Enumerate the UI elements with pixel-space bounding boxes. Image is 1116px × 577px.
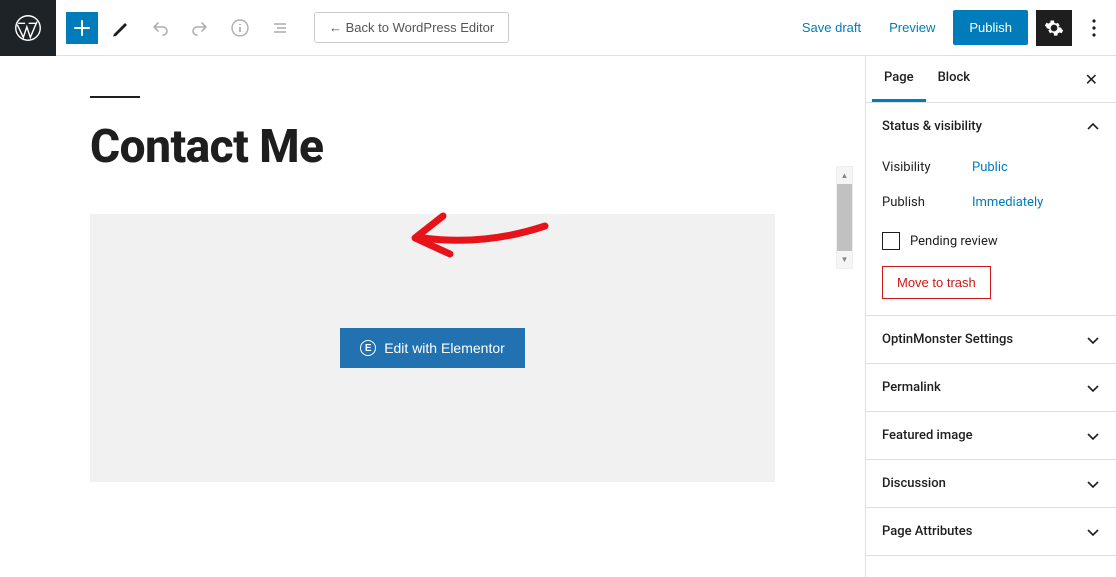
chevron-up-icon [1086, 120, 1100, 134]
panel-optinmonster-title: OptinMonster Settings [882, 332, 1013, 347]
move-to-trash-button[interactable]: Move to trash [882, 266, 991, 299]
panel-discussion-header[interactable]: Discussion [866, 460, 1116, 507]
more-vertical-icon [1092, 19, 1096, 37]
panel-discussion-title: Discussion [882, 476, 946, 491]
elementor-button-label: Edit with Elementor [384, 340, 505, 356]
close-icon: ✕ [1085, 70, 1098, 89]
back-to-wp-editor-button[interactable]: ← Back to WordPress Editor [314, 12, 509, 43]
outline-button[interactable] [262, 10, 298, 46]
panel-status-body: Visibility Public Publish Immediately Pe… [866, 150, 1116, 315]
panel-featured-image-title: Featured image [882, 428, 973, 443]
panel-status-title: Status & visibility [882, 119, 982, 134]
pending-review-checkbox[interactable] [882, 232, 900, 250]
save-draft-button[interactable]: Save draft [792, 12, 871, 43]
tab-block[interactable]: Block [926, 56, 982, 102]
publish-value[interactable]: Immediately [972, 195, 1043, 210]
editor-canvas: Contact Me E Edit with Elementor ▲ ▼ [0, 56, 865, 577]
edit-mode-button[interactable] [102, 10, 138, 46]
gear-icon [1044, 18, 1064, 38]
tab-page[interactable]: Page [872, 56, 926, 102]
top-toolbar: ← Back to WordPress Editor Save draft Pr… [0, 0, 1116, 56]
title-divider [90, 96, 140, 98]
sidebar-tabs: Page Block ✕ [866, 56, 1116, 103]
panel-permalink-title: Permalink [882, 380, 941, 395]
publish-button[interactable]: Publish [953, 10, 1028, 45]
panel-page-attributes-title: Page Attributes [882, 524, 972, 539]
wordpress-logo[interactable] [0, 0, 56, 56]
publish-label: Publish [882, 195, 972, 210]
elementor-block: E Edit with Elementor [90, 214, 775, 482]
panel-permalink: Permalink [866, 364, 1116, 412]
panel-status-visibility: Status & visibility Visibility Public Pu… [866, 103, 1116, 316]
chevron-down-icon [1086, 381, 1100, 395]
panel-page-attributes-header[interactable]: Page Attributes [866, 508, 1116, 555]
scrollbar-thumb[interactable] [837, 184, 852, 251]
visibility-label: Visibility [882, 160, 972, 175]
settings-sidebar: Page Block ✕ Status & visibility Visibil… [865, 56, 1116, 577]
panel-page-attributes: Page Attributes [866, 508, 1116, 556]
visibility-value[interactable]: Public [972, 160, 1008, 175]
chevron-down-icon [1086, 429, 1100, 443]
more-options-button[interactable] [1080, 10, 1108, 46]
visibility-row: Visibility Public [882, 150, 1100, 185]
main-area: Contact Me E Edit with Elementor ▲ ▼ Pag… [0, 56, 1116, 577]
panel-permalink-header[interactable]: Permalink [866, 364, 1116, 411]
publish-row: Publish Immediately [882, 185, 1100, 220]
elementor-icon: E [360, 340, 376, 356]
pending-review-row: Pending review [882, 220, 1100, 266]
undo-button[interactable] [142, 10, 178, 46]
panel-status-header[interactable]: Status & visibility [866, 103, 1116, 150]
redo-button[interactable] [182, 10, 218, 46]
panel-featured-image: Featured image [866, 412, 1116, 460]
chevron-down-icon [1086, 333, 1100, 347]
chevron-down-icon [1086, 477, 1100, 491]
panel-discussion: Discussion [866, 460, 1116, 508]
close-sidebar-button[interactable]: ✕ [1073, 60, 1110, 99]
scrollbar[interactable]: ▲ ▼ [836, 166, 853, 269]
toolbar-right: Save draft Preview Publish [792, 10, 1116, 46]
panel-optinmonster-header[interactable]: OptinMonster Settings [866, 316, 1116, 363]
edit-with-elementor-button[interactable]: E Edit with Elementor [340, 328, 525, 368]
toolbar-left: ← Back to WordPress Editor [56, 10, 519, 46]
preview-button[interactable]: Preview [879, 12, 945, 43]
panel-optinmonster: OptinMonster Settings [866, 316, 1116, 364]
info-button[interactable] [222, 10, 258, 46]
add-block-button[interactable] [66, 12, 98, 44]
pending-review-label: Pending review [910, 234, 998, 249]
chevron-down-icon [1086, 525, 1100, 539]
scroll-up-arrow-icon[interactable]: ▲ [837, 167, 852, 184]
settings-button[interactable] [1036, 10, 1072, 46]
panel-featured-image-header[interactable]: Featured image [866, 412, 1116, 459]
page-title[interactable]: Contact Me [90, 120, 775, 174]
scroll-down-arrow-icon[interactable]: ▼ [837, 251, 852, 268]
